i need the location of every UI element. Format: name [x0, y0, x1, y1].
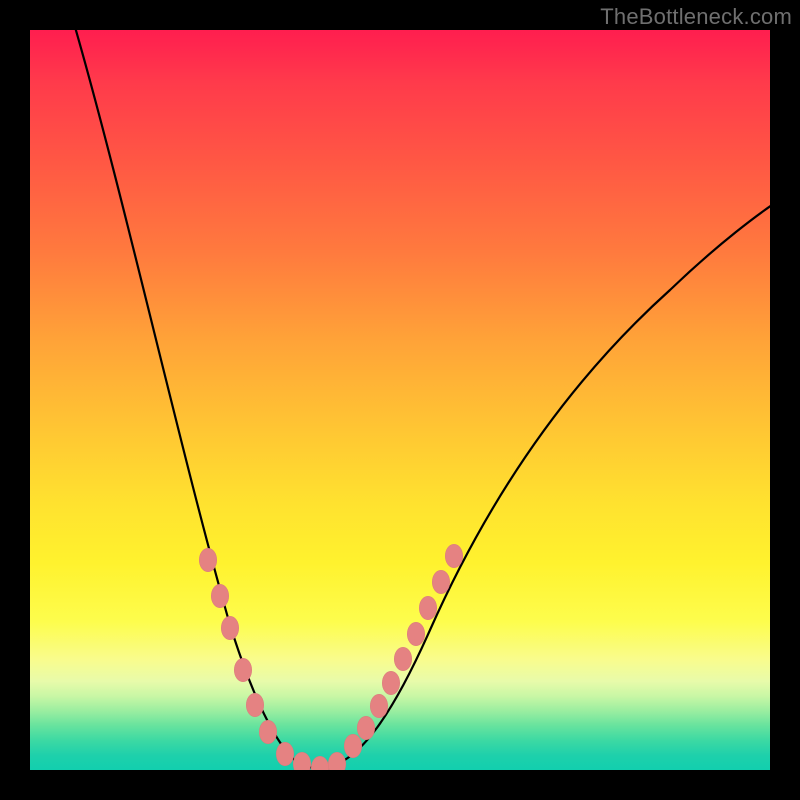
plot-area — [30, 30, 770, 770]
data-dot — [419, 596, 437, 620]
data-dot — [276, 742, 294, 766]
data-dot — [211, 584, 229, 608]
watermark-text: TheBottleneck.com — [600, 4, 792, 30]
data-dot — [221, 616, 239, 640]
data-dot — [234, 658, 252, 682]
data-dot — [344, 734, 362, 758]
data-dot — [328, 752, 346, 770]
curve-path — [73, 30, 770, 768]
data-dot — [199, 548, 217, 572]
chart-frame: TheBottleneck.com — [0, 0, 800, 800]
data-dot — [432, 570, 450, 594]
data-dot — [259, 720, 277, 744]
data-dot — [407, 622, 425, 646]
data-dot — [293, 752, 311, 770]
data-dot — [445, 544, 463, 568]
data-dot — [382, 671, 400, 695]
data-dot — [370, 694, 388, 718]
data-dot — [246, 693, 264, 717]
data-dot — [357, 716, 375, 740]
data-dot — [394, 647, 412, 671]
